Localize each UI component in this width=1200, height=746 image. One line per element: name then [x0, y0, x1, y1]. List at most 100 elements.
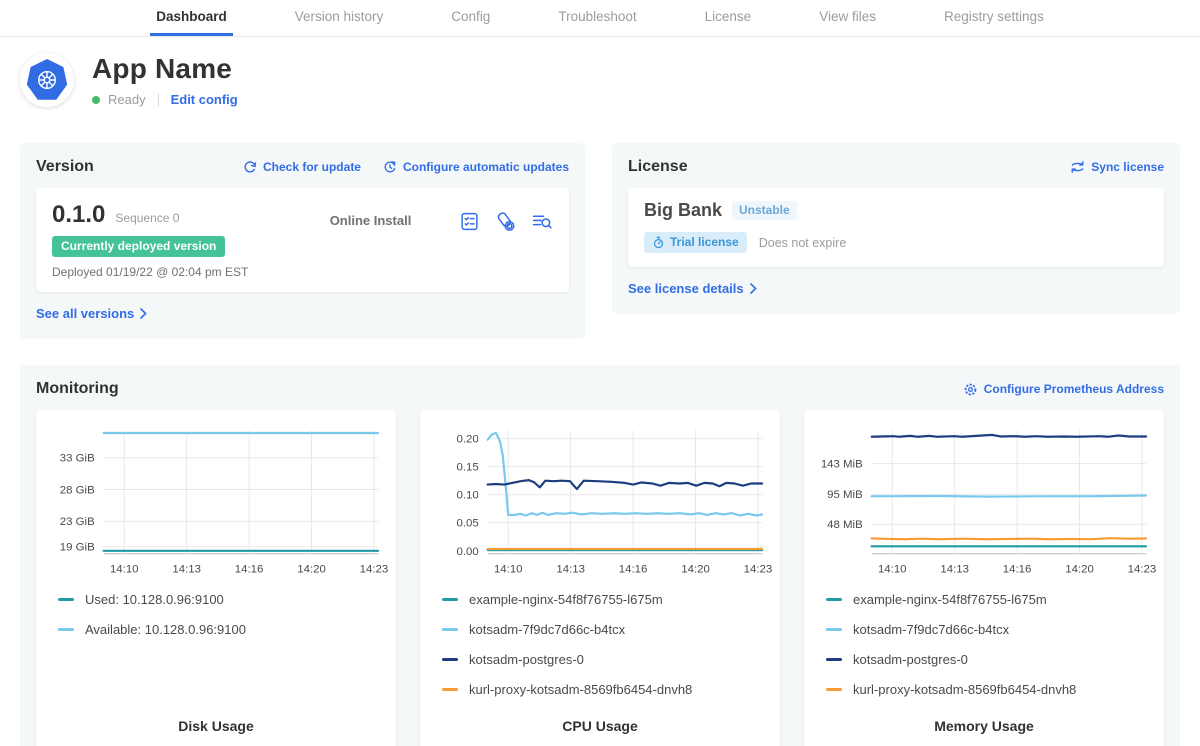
kubernetes-icon: [26, 59, 68, 101]
series-swatch: [826, 598, 842, 601]
cpu-usage-chart[interactable]: 0.00 0.05 0.10 0.15 0.20 14:10 14:13 14:16 14:20…: [432, 422, 768, 578]
svg-text:14:13: 14:13: [556, 564, 585, 576]
version-number: 0.1.0: [52, 201, 105, 229]
series-swatch: [442, 688, 458, 691]
check-for-update-button[interactable]: Check for update: [243, 160, 361, 174]
cpu-usage-chart-card: 0.00 0.05 0.10 0.15 0.20 14:10 14:13 14:16 14:20…: [420, 410, 780, 746]
app-header: App Name Ready Edit config: [20, 53, 1178, 107]
stopwatch-icon: [652, 236, 665, 249]
license-customer-name: Big Bank: [644, 200, 722, 221]
disk-usage-chart[interactable]: 19 GiB23 GiB28 GiB33 GiB14:1014:1314:161…: [48, 422, 384, 578]
chart-title: Memory Usage: [816, 718, 1152, 740]
monitoring-section: Monitoring Configure Prometheus Address …: [20, 365, 1180, 746]
tab-troubleshoot[interactable]: Troubleshoot: [552, 0, 642, 36]
configure-prometheus-button[interactable]: Configure Prometheus Address: [963, 382, 1164, 397]
series-swatch: [442, 628, 458, 631]
chart-title: CPU Usage: [432, 718, 768, 740]
memory-usage-chart-card: 48 MiB 95 MiB 143 MiB 14:10 14:13 14:16 14:20 1…: [804, 410, 1164, 746]
svg-text:14:20: 14:20: [681, 564, 710, 576]
top-navigation: Dashboard Version history Config Trouble…: [0, 0, 1200, 37]
svg-text:14:13: 14:13: [940, 564, 969, 576]
tab-dashboard[interactable]: Dashboard: [150, 0, 233, 36]
app-status: Ready: [108, 92, 146, 107]
legend-item: kotsadm-7f9dc7d66c-b4tcx: [826, 622, 1152, 637]
legend-item: kotsadm-postgres-0: [442, 652, 768, 667]
current-version-panel: 0.1.0 Sequence 0 Currently deployed vers…: [36, 188, 569, 292]
svg-text:0.15: 0.15: [456, 462, 478, 474]
legend-item: kurl-proxy-kotsadm-8569fb6454-dnvh8: [442, 682, 768, 697]
memory-usage-chart[interactable]: 48 MiB95 MiB143 MiB14:1014:1314:1614:201…: [816, 422, 1152, 578]
series-swatch: [442, 658, 458, 661]
series-swatch: [826, 628, 842, 631]
legend-item: kotsadm-7f9dc7d66c-b4tcx: [442, 622, 768, 637]
refresh-icon: [243, 160, 257, 174]
svg-text:95 MiB: 95 MiB: [827, 489, 863, 501]
series-swatch: [58, 598, 74, 601]
channel-badge: Unstable: [732, 201, 797, 220]
disk-usage-legend: Used: 10.128.0.96:9100 Available: 10.128…: [58, 592, 384, 637]
svg-text:14:16: 14:16: [1003, 564, 1032, 576]
svg-text:0.10: 0.10: [456, 490, 478, 502]
license-type-badge: Trial license: [644, 232, 747, 253]
legend-item: Available: 10.128.0.96:9100: [58, 622, 384, 637]
svg-text:0.00: 0.00: [456, 546, 478, 558]
svg-text:14:10: 14:10: [110, 564, 139, 576]
svg-text:23 GiB: 23 GiB: [60, 516, 95, 528]
monitoring-title: Monitoring: [36, 380, 119, 398]
chart-title: Disk Usage: [48, 718, 384, 740]
svg-text:14:16: 14:16: [235, 564, 264, 576]
see-all-versions-link[interactable]: See all versions: [36, 306, 147, 321]
edit-config-link[interactable]: Edit config: [171, 92, 238, 107]
svg-text:14:23: 14:23: [1128, 564, 1157, 576]
deployed-status-badge: Currently deployed version: [52, 236, 225, 257]
series-swatch: [826, 688, 842, 691]
edit-config-gear-icon[interactable]: [495, 211, 516, 232]
svg-text:28 GiB: 28 GiB: [60, 484, 95, 496]
legend-item: Used: 10.128.0.96:9100: [58, 592, 384, 607]
install-type-label: Online Install: [282, 213, 459, 228]
see-license-details-link[interactable]: See license details: [628, 281, 757, 296]
deploy-logs-icon[interactable]: [531, 211, 553, 232]
clock-refresh-icon: [383, 160, 397, 174]
svg-text:14:10: 14:10: [878, 564, 907, 576]
sync-license-button[interactable]: Sync license: [1070, 160, 1164, 174]
legend-item: example-nginx-54f8f76755-l675m: [826, 592, 1152, 607]
svg-text:14:16: 14:16: [619, 564, 648, 576]
svg-text:14:20: 14:20: [297, 564, 326, 576]
deployed-timestamp: Deployed 01/19/22 @ 02:04 pm EST: [52, 265, 282, 279]
tab-view-files[interactable]: View files: [813, 0, 882, 36]
license-details-panel: Big Bank Unstable Trial license Do: [628, 188, 1164, 267]
license-card-title: License: [628, 158, 688, 176]
version-card-title: Version: [36, 158, 94, 176]
license-expiry: Does not expire: [759, 236, 847, 250]
svg-text:14:13: 14:13: [172, 564, 201, 576]
svg-text:14:10: 14:10: [494, 564, 523, 576]
version-card: Version Check for update: [20, 143, 585, 339]
svg-text:48 MiB: 48 MiB: [827, 519, 863, 531]
svg-text:14:20: 14:20: [1065, 564, 1094, 576]
svg-text:14:23: 14:23: [744, 564, 773, 576]
preflight-checks-icon[interactable]: [459, 211, 480, 232]
svg-text:14:23: 14:23: [360, 564, 389, 576]
svg-text:0.20: 0.20: [456, 434, 478, 446]
series-swatch: [826, 658, 842, 661]
chevron-right-icon: [140, 308, 147, 319]
svg-text:0.05: 0.05: [456, 518, 478, 530]
tab-version-history[interactable]: Version history: [289, 0, 390, 36]
sync-arrows-icon: [1070, 160, 1085, 174]
svg-text:19 GiB: 19 GiB: [60, 542, 95, 554]
memory-usage-legend: example-nginx-54f8f76755-l675m kotsadm-7…: [826, 592, 1152, 697]
tab-registry-settings[interactable]: Registry settings: [938, 0, 1050, 36]
ready-status-dot: [92, 96, 100, 104]
series-swatch: [58, 628, 74, 631]
gear-icon: [963, 382, 978, 397]
license-card: License Sync license Big Bank Unstable: [612, 143, 1180, 314]
disk-usage-chart-card: 19 GiB23 GiB28 GiB33 GiB14:1014:1314:161…: [36, 410, 396, 746]
app-logo: [20, 53, 74, 107]
configure-automatic-updates-button[interactable]: Configure automatic updates: [383, 160, 569, 174]
svg-text:143 MiB: 143 MiB: [821, 459, 863, 471]
tab-config[interactable]: Config: [445, 0, 496, 36]
page-title: App Name: [92, 53, 238, 85]
tab-license[interactable]: License: [699, 0, 758, 36]
legend-item: kurl-proxy-kotsadm-8569fb6454-dnvh8: [826, 682, 1152, 697]
